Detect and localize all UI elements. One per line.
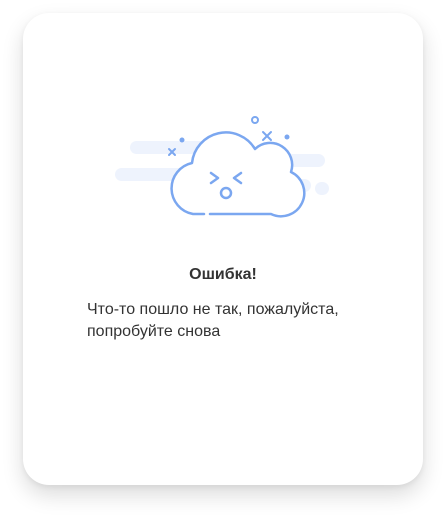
sad-cloud-icon <box>115 116 329 218</box>
error-message: Что-то пошло не так, пожалуйста, попробу… <box>87 301 339 340</box>
error-card: Ошибка! Что-то пошло не так, пожалуйста,… <box>23 13 423 485</box>
page-background: Ошибка! Что-то пошло не так, пожалуйста,… <box>0 0 446 520</box>
error-title: Ошибка! <box>189 266 257 283</box>
